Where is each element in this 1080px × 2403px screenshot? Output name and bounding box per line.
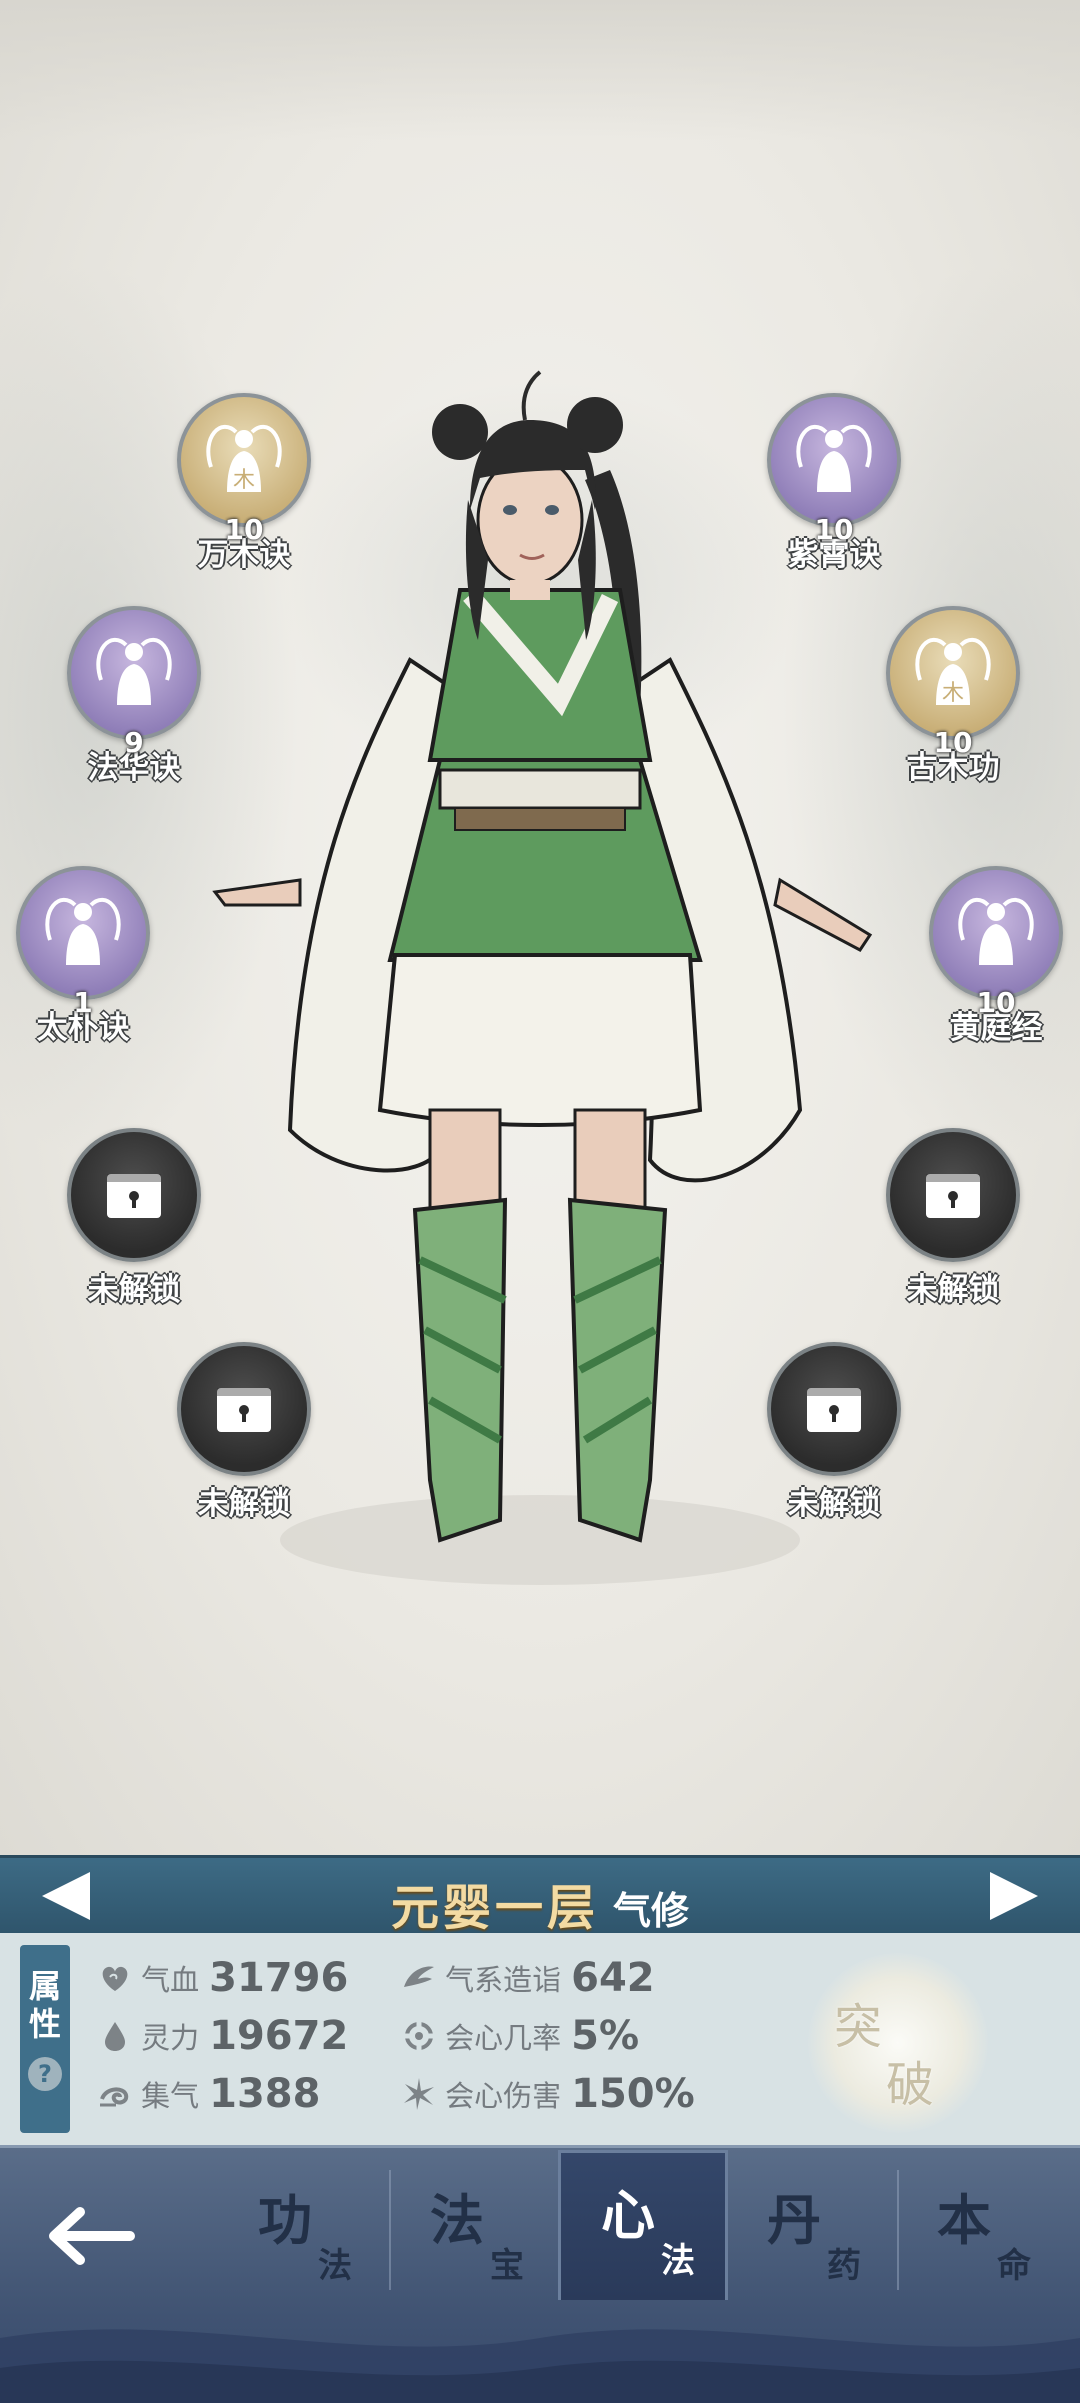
skill-orb: 木 10	[886, 606, 1020, 759]
tab-big-char: 本	[937, 2188, 991, 2252]
back-arrow-icon[interactable]	[40, 2196, 140, 2276]
tab-fabao[interactable]: 法 宝	[390, 2158, 560, 2298]
stat-label: 灵力	[141, 2021, 200, 2055]
help-icon[interactable]: ?	[28, 2057, 62, 2091]
stat-label: 会心几率	[445, 2021, 562, 2055]
stat-crit-rate: 会心几率 5%	[400, 2013, 639, 2069]
skill-level: 10	[933, 726, 973, 759]
tab-big-char: 丹	[767, 2188, 821, 2252]
skill-node-wanmu[interactable]: 木 10 万木诀	[169, 393, 319, 574]
realm-title: 元婴一层 气修	[0, 1868, 1080, 1938]
locked-label: 未解锁	[787, 1486, 881, 1522]
stat-label: 气系造诣	[445, 1963, 562, 1997]
stat-value: 5%	[571, 2013, 640, 2059]
tab-small-char: 宝	[490, 2246, 524, 2286]
lock-icon	[217, 1388, 271, 1432]
realm-bar: 元婴一层 气修	[0, 1855, 1080, 1936]
realm-type: 气修	[613, 1889, 690, 1933]
character-illustration	[212, 370, 873, 1585]
attributes-panel: 属性 ? 气血 31796 灵力 19672 集气 1388 气系造诣 642 会心几率…	[0, 1933, 1080, 2145]
skill-node-zixiao[interactable]: 10 紫霄诀	[759, 393, 909, 574]
tab-danyao[interactable]: 丹 药	[727, 2158, 897, 2298]
stat-value: 1388	[209, 2071, 321, 2117]
lock-icon	[107, 1174, 161, 1218]
skill-level: 10	[976, 986, 1016, 1019]
tab-gongfa[interactable]: 功 法	[218, 2158, 388, 2298]
stat-label: 会心伤害	[445, 2079, 562, 2113]
stat-value: 19672	[209, 2013, 349, 2059]
bottom-nav: 功 法 法 宝 心 法 丹 药 本 命	[0, 2145, 1080, 2403]
breakthrough-button[interactable]: 突 破	[808, 1953, 988, 2133]
crit-damage-icon	[404, 2078, 434, 2110]
tab-small-char: 法	[318, 2246, 352, 2286]
meditating-figure-icon	[96, 638, 172, 705]
locked-orb	[767, 1342, 901, 1476]
locked-node-4[interactable]: 未解锁	[759, 1342, 909, 1523]
character-scene: 木 10 万木诀 10 紫霄诀 9 法华诀 木 10 古木功 1 太朴诀 10 …	[0, 0, 1080, 1855]
wind-swirl-icon	[100, 2087, 129, 2107]
tab-small-char: 法	[661, 2241, 695, 2281]
skill-orb: 1	[16, 866, 150, 1019]
stat-value: 150%	[571, 2071, 695, 2117]
lock-icon	[807, 1388, 861, 1432]
stat-label: 气血	[141, 1963, 200, 1997]
svg-text:木: 木	[942, 681, 964, 706]
attributes-tab[interactable]: 属性 ?	[20, 1945, 70, 2133]
meditating-figure-icon	[796, 425, 872, 492]
stat-gather: 集气 1388	[96, 2071, 320, 2127]
skill-orb: 木 10	[177, 393, 311, 546]
meditating-figure-icon	[45, 898, 121, 965]
stat-value: 31796	[209, 1955, 349, 2001]
lock-icon	[926, 1174, 980, 1218]
skill-orb: 10	[767, 393, 901, 546]
svg-text:木: 木	[233, 468, 255, 493]
stat-mana: 灵力 19672	[96, 2013, 348, 2069]
skill-level: 10	[814, 513, 854, 546]
realm-name: 元婴一层	[390, 1880, 599, 1936]
stat-hp: 气血 31796	[96, 1955, 348, 2011]
stat-value: 642	[571, 1955, 655, 2001]
tab-small-char: 药	[827, 2246, 861, 2286]
heart-swirl-icon	[102, 1966, 128, 1991]
skill-node-gumu[interactable]: 木 10 古木功	[878, 606, 1028, 787]
locked-label: 未解锁	[906, 1272, 1000, 1308]
wind-wing-icon	[404, 1966, 434, 1987]
skill-level: 10	[224, 513, 264, 546]
locked-node-3[interactable]: 未解锁	[169, 1342, 319, 1523]
meditating-figure-icon: 木	[915, 638, 991, 706]
meditating-figure-icon	[958, 898, 1034, 965]
stat-crit-damage: 会心伤害 150%	[400, 2071, 695, 2127]
tab-small-char: 命	[997, 2246, 1031, 2286]
breakthrough-char-1: 突	[834, 1999, 883, 2055]
skill-orb: 9	[67, 606, 201, 759]
skill-orb: 10	[929, 866, 1063, 1019]
skill-node-fahua[interactable]: 9 法华诀	[59, 606, 209, 787]
skill-level: 1	[73, 986, 93, 1019]
breakthrough-char-2: 破	[886, 2057, 935, 2113]
tab-big-char: 功	[258, 2188, 312, 2252]
crit-rate-icon	[403, 2020, 435, 2052]
stat-qi-mastery: 气系造诣 642	[400, 1955, 655, 2011]
tab-xinfa[interactable]: 心 法	[558, 2150, 728, 2300]
stat-label: 集气	[141, 2079, 200, 2113]
meditating-figure-icon: 木	[206, 425, 282, 493]
locked-orb	[67, 1128, 201, 1262]
locked-orb	[177, 1342, 311, 1476]
locked-label: 未解锁	[197, 1486, 291, 1522]
next-realm-arrow-icon[interactable]	[990, 1872, 1038, 1920]
locked-label: 未解锁	[87, 1272, 181, 1308]
water-drop-icon	[105, 2022, 125, 2051]
locked-node-1[interactable]: 未解锁	[59, 1128, 209, 1309]
nav-wave-decoration	[0, 2329, 1080, 2403]
attributes-tab-label: 属性	[28, 1967, 61, 2043]
tab-big-char: 法	[430, 2188, 484, 2252]
tab-benming[interactable]: 本 命	[897, 2158, 1067, 2298]
skill-level: 9	[124, 726, 144, 759]
locked-node-2[interactable]: 未解锁	[878, 1128, 1028, 1309]
locked-orb	[886, 1128, 1020, 1262]
skill-node-huangting[interactable]: 10 黄庭经	[921, 866, 1071, 1047]
tab-big-char: 心	[601, 2183, 655, 2247]
skill-node-taipu[interactable]: 1 太朴诀	[8, 866, 158, 1047]
